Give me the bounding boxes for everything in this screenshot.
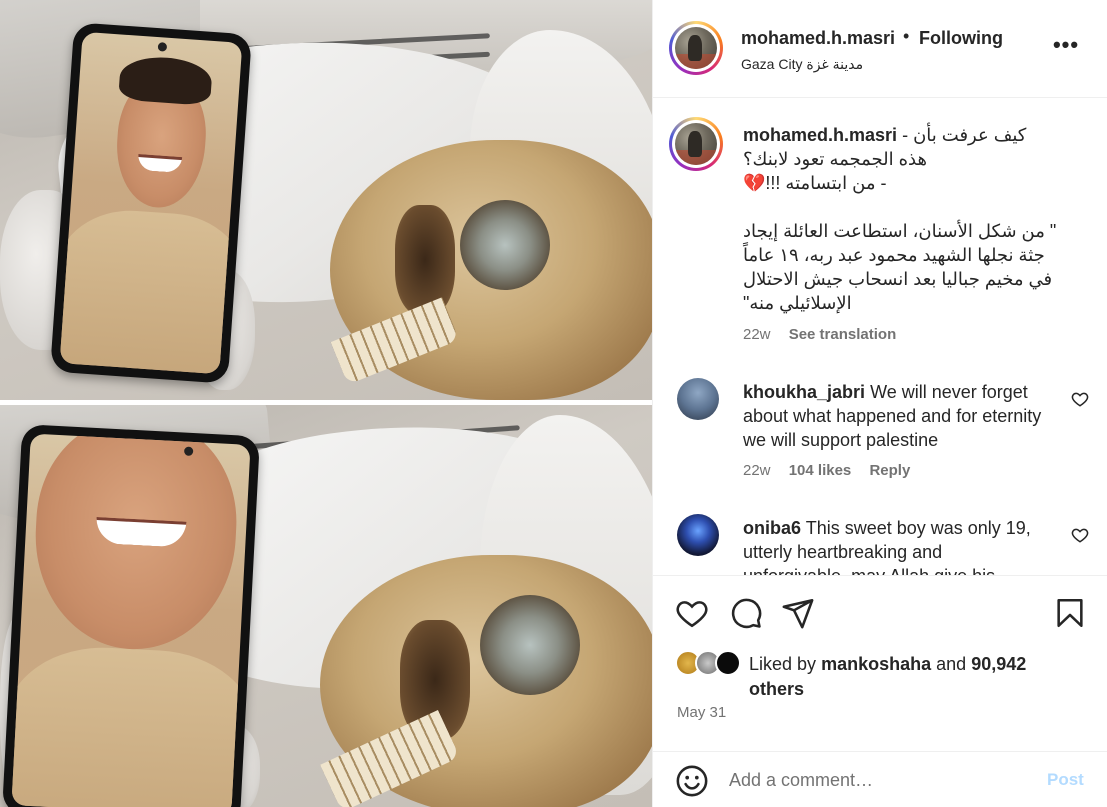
bookmark-icon[interactable] <box>1053 596 1087 630</box>
caption-line: الإسلائيلي منه" <box>743 293 852 313</box>
more-options-icon[interactable]: ••• <box>1051 30 1081 60</box>
post-date[interactable]: May 31 <box>677 704 726 721</box>
comment-time: 22w <box>743 462 771 479</box>
comment-composer: Post <box>653 751 1107 807</box>
author-username[interactable]: mohamed.h.masri <box>741 28 895 49</box>
commenter-username[interactable]: khoukha_jabri <box>743 382 865 402</box>
caption-line: هذه الجمجمه تعود لابنك؟ <box>743 149 927 169</box>
comment-text: oniba6 This sweet boy was only 19, utter… <box>743 518 1031 575</box>
comment-likes[interactable]: 104 likes <box>789 462 852 479</box>
caption-line: " من شكل الأسنان، استطاعت العائلة إيجاد <box>743 221 1057 241</box>
comment-text: khoukha_jabri We will never forget about… <box>743 382 1042 450</box>
likes-count[interactable]: 90,942 <box>971 654 1026 674</box>
separator-dot: • <box>903 26 910 46</box>
photo-bottom <box>0 405 652 807</box>
caption-time: 22w <box>743 326 771 343</box>
comment-heart-outline-icon[interactable] <box>1071 526 1089 544</box>
following-button[interactable]: Following <box>919 28 1003 49</box>
comment-bubble-icon[interactable] <box>729 596 763 630</box>
likes-text: Liked by mankoshaha and 90,942 others <box>749 654 1027 699</box>
post-image[interactable] <box>0 0 652 807</box>
liker-username[interactable]: mankoshaha <box>821 654 931 674</box>
caption-line: في مخيم جباليا بعد انسحاب جيش الاحتلال <box>743 269 1053 289</box>
commenter-username[interactable]: oniba6 <box>743 518 801 538</box>
author-avatar[interactable] <box>669 21 723 75</box>
see-translation-link[interactable]: See translation <box>789 326 897 343</box>
comments-list[interactable]: mohamed.h.masri - كيف عرفت بأن هذه الجمج… <box>653 99 1107 575</box>
heart-icon[interactable] <box>675 596 709 630</box>
comment-heart-outline-icon[interactable] <box>1071 390 1089 408</box>
paper-plane-icon[interactable] <box>781 596 815 630</box>
comment-input[interactable] <box>729 766 1019 794</box>
comment-meta: 22w 104 likes Reply <box>743 462 910 479</box>
reply-button[interactable]: Reply <box>869 462 910 479</box>
location-link[interactable]: Gaza City مدينة غزة <box>741 56 863 73</box>
caption-line: mohamed.h.masri - كيف عرفت بأن <box>743 125 1027 145</box>
smiley-icon[interactable] <box>675 764 709 798</box>
commenter-avatar[interactable] <box>677 514 719 556</box>
caption-line <box>743 195 1083 219</box>
caption-avatar[interactable] <box>669 117 723 171</box>
caption-username[interactable]: mohamed.h.masri <box>743 125 897 145</box>
liker-avatars[interactable] <box>675 650 747 678</box>
post-button[interactable]: Post <box>1047 770 1084 790</box>
caption-line: جثة نجلها الشهيد محمود عبد ربه، ١٩ عاماً <box>743 245 1045 265</box>
photo-top <box>0 0 652 400</box>
post-sidebar: mohamed.h.masri • Following Gaza City مد… <box>652 0 1107 807</box>
likes-others[interactable]: others <box>749 679 804 699</box>
caption-meta: 22w See translation <box>743 326 896 343</box>
post-header: mohamed.h.masri • Following Gaza City مد… <box>653 0 1107 98</box>
post-actions: Liked by mankoshaha and 90,942 others Ma… <box>653 575 1107 807</box>
caption-line: - من ابتسامته !!!💔 <box>743 173 887 193</box>
commenter-avatar[interactable] <box>677 378 719 420</box>
